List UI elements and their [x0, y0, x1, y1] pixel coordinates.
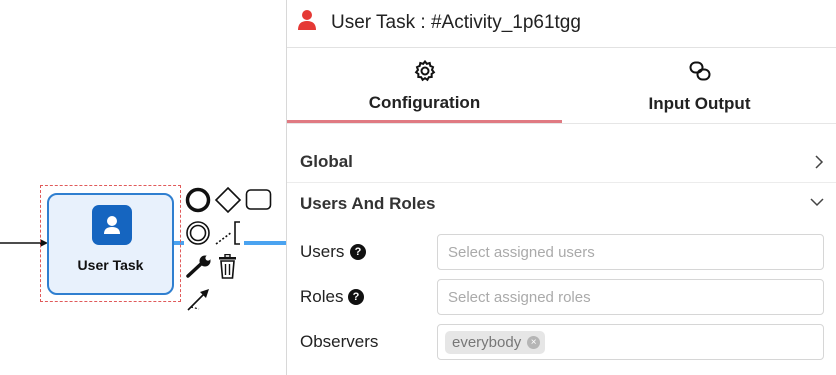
- chevron-down-icon: [810, 198, 824, 207]
- panel-header: User Task : #Activity_1p61tgg: [287, 0, 836, 48]
- diagram-canvas[interactable]: User Task: [0, 0, 286, 375]
- group-global-label: Global: [300, 152, 353, 171]
- append-intermediate-event-icon[interactable]: [185, 220, 211, 246]
- observers-label: Observers: [300, 332, 379, 351]
- task-label: User Task: [77, 257, 144, 273]
- observer-tag-label: everybody: [452, 334, 522, 351]
- users-input[interactable]: [437, 234, 824, 270]
- roles-label: Roles: [300, 287, 344, 306]
- gear-icon: [414, 59, 435, 82]
- tab-configuration-label: Configuration: [368, 93, 481, 112]
- connect-arrow-icon[interactable]: [185, 285, 213, 313]
- group-global[interactable]: Global: [287, 141, 836, 183]
- change-type-wrench-icon[interactable]: [185, 254, 213, 280]
- users-field: Users ?: [287, 234, 836, 270]
- remove-tag-icon[interactable]: ×: [527, 336, 541, 349]
- tab-input-output[interactable]: Input Output: [562, 48, 836, 124]
- properties-panel: User Task : #Activity_1p61tgg Configurat…: [286, 0, 836, 375]
- roles-input[interactable]: [437, 279, 824, 315]
- append-task-icon[interactable]: [245, 188, 273, 212]
- panel-tabs: Configuration Input Output: [287, 48, 836, 124]
- group-users-and-roles[interactable]: Users And Roles: [287, 183, 836, 223]
- observers-field: Observers everybody ×: [287, 324, 836, 360]
- group-users-and-roles-label: Users And Roles: [300, 194, 436, 213]
- delete-icon[interactable]: [217, 254, 239, 280]
- user-task-element[interactable]: User Task: [47, 193, 174, 295]
- user-task-icon: [92, 205, 132, 245]
- link-icon: [689, 61, 710, 81]
- chevron-right-icon: [815, 155, 824, 169]
- append-end-event-icon[interactable]: [185, 187, 211, 213]
- tab-configuration[interactable]: Configuration: [287, 48, 562, 124]
- roles-field: Roles ?: [287, 279, 836, 315]
- users-help-icon[interactable]: ?: [350, 244, 366, 260]
- roles-help-icon[interactable]: ?: [348, 289, 364, 305]
- user-icon: [298, 10, 316, 30]
- append-gateway-icon[interactable]: [214, 186, 242, 214]
- active-tab-indicator: [287, 120, 562, 123]
- observer-tag: everybody ×: [445, 331, 546, 354]
- users-label: Users: [300, 242, 345, 261]
- panel-title: User Task : #Activity_1p61tgg: [331, 12, 581, 33]
- observers-input[interactable]: everybody ×: [437, 324, 824, 360]
- tab-input-output-label: Input Output: [648, 94, 751, 113]
- append-text-annotation-icon[interactable]: [214, 219, 244, 247]
